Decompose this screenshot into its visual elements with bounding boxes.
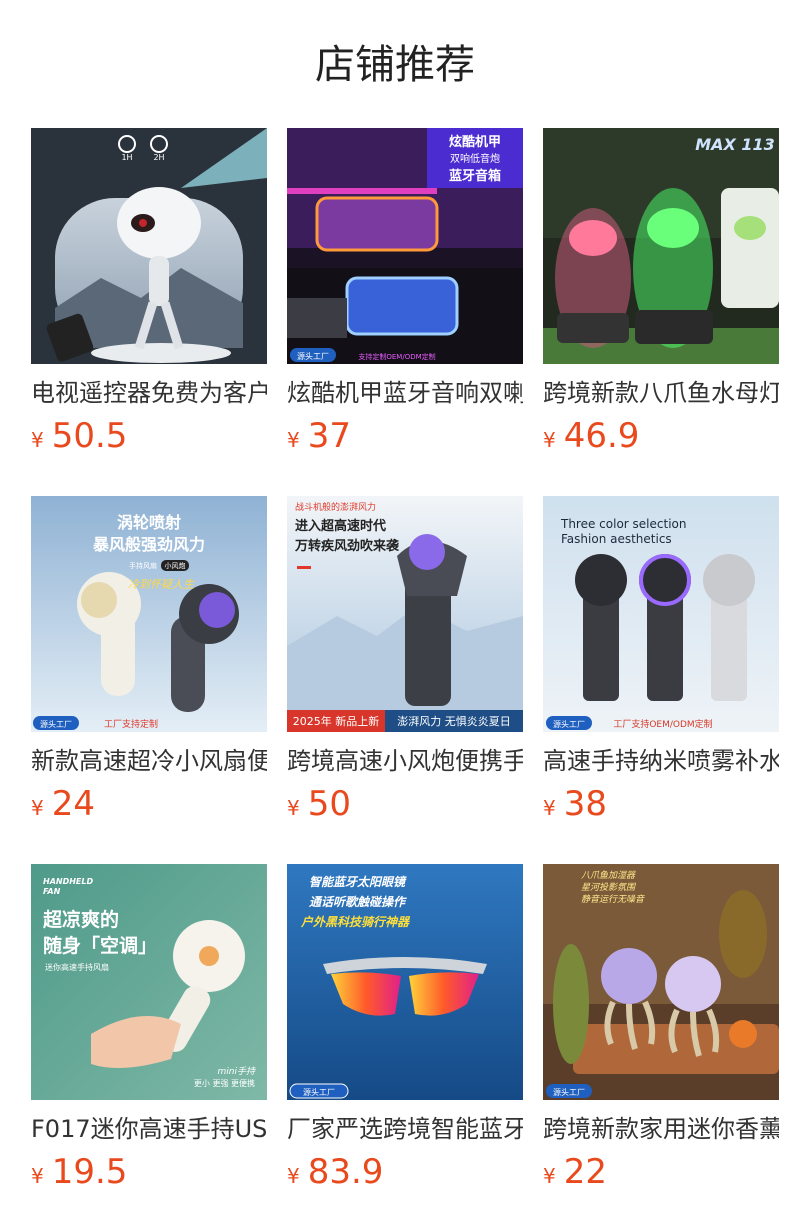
price-row: ¥ 19.5 bbox=[31, 1152, 267, 1192]
product-card[interactable]: Three color selection Fashion aesthetics… bbox=[543, 496, 779, 864]
product-price: 50.5 bbox=[51, 416, 128, 456]
thumb-overlay-text: MAX 113 bbox=[695, 135, 775, 154]
product-card[interactable]: MAX 113 跨境新款八爪鱼水母灯 ¥ 46.9 bbox=[543, 128, 779, 496]
product-card[interactable]: 智能蓝牙太阳眼镜 通话听歌触碰操作 户外黑科技骑行神器 源头工厂 厂家严选跨境智… bbox=[287, 864, 523, 1232]
thumb-overlay-text: 澎湃风力 无惧炎炎夏日 bbox=[397, 714, 511, 728]
thumb-overlay-text: 源头工厂 bbox=[553, 1087, 585, 1097]
thumb-overlay-text: 进入超高速时代 bbox=[295, 518, 386, 534]
thumb-overlay-text: 八爪鱼加湿器 bbox=[581, 870, 636, 881]
product-title[interactable]: 跨境高速小风炮便携手持 bbox=[287, 744, 523, 778]
thumb-overlay-text: Fashion aesthetics bbox=[561, 532, 672, 546]
product-image[interactable]: MAX 113 bbox=[543, 128, 779, 364]
thumb-overlay-text: 1H bbox=[121, 153, 132, 162]
product-card[interactable]: 八爪鱼加湿器 星河投影氛围 静音运行无噪音 源头工厂 跨境新款家用迷你香薰加湿器… bbox=[543, 864, 779, 1232]
product-card[interactable]: 炫酷机甲 双响低音炮 蓝牙音箱 源头工厂 支持定制OEM/ODM定制 炫酷机甲蓝… bbox=[287, 128, 523, 496]
product-price: 46.9 bbox=[563, 416, 640, 456]
product-image[interactable]: 涡轮喷射 暴风般强劲风力 手持风扇 小风炮 冷到怀疑人生 源头工厂 工厂支持定制 bbox=[31, 496, 267, 732]
thumb-overlay-text: Three color selection bbox=[560, 517, 686, 531]
thumb-overlay-text: 迷你高速手持风扇 bbox=[45, 962, 109, 972]
product-image[interactable]: 战斗机般的澎湃风力 进入超高速时代 万转疾风劲吹来袭 2025年 新品上新 澎湃… bbox=[287, 496, 523, 732]
product-price: 37 bbox=[307, 416, 351, 456]
thumb-overlay-text: 源头工厂 bbox=[297, 351, 329, 361]
thumb-overlay-text: 双响低音炮 bbox=[450, 152, 500, 165]
price-row: ¥ 50.5 bbox=[31, 416, 267, 456]
product-title[interactable]: 跨境新款家用迷你香薰加湿器 bbox=[543, 1112, 779, 1146]
thumb-overlay-text: 炫酷机甲 bbox=[449, 134, 501, 150]
thumb-overlay-text: 战斗机般的澎湃风力 bbox=[295, 501, 376, 513]
thumb-overlay-text: 工厂支持定制 bbox=[104, 718, 158, 730]
thumb-overlay-text: 智能蓝牙太阳眼镜 bbox=[309, 875, 407, 889]
thumb-overlay-text: 冷到怀疑人生 bbox=[128, 578, 195, 591]
product-card[interactable]: HANDHELD FAN 超凉爽的 随身「空调」 迷你高速手持风扇 mini手持… bbox=[31, 864, 267, 1232]
price-row: ¥ 83.9 bbox=[287, 1152, 523, 1192]
thumb-overlay-text: 通话听歌触碰操作 bbox=[309, 895, 407, 909]
currency-symbol: ¥ bbox=[543, 428, 556, 452]
price-row: ¥ 37 bbox=[287, 416, 523, 456]
product-title[interactable]: 电视遥控器免费为客户定制 bbox=[31, 376, 267, 410]
currency-symbol: ¥ bbox=[543, 796, 556, 820]
price-row: ¥ 50 bbox=[287, 784, 523, 824]
product-card[interactable]: 1H 2H 电视遥控器免费为客户定制 ¥ 50.5 bbox=[31, 128, 267, 496]
thumb-overlay-text: 静音运行无噪音 bbox=[581, 894, 645, 905]
thumb-overlay-text: 超凉爽的 bbox=[42, 908, 119, 931]
currency-symbol: ¥ bbox=[287, 428, 300, 452]
product-image[interactable]: 1H 2H bbox=[31, 128, 267, 364]
thumb-overlay-text: 随身「空调」 bbox=[43, 934, 157, 957]
thumb-overlay-text: 蓝牙音箱 bbox=[449, 168, 501, 184]
price-row: ¥ 22 bbox=[543, 1152, 779, 1192]
product-image[interactable]: 八爪鱼加湿器 星河投影氛围 静音运行无噪音 源头工厂 bbox=[543, 864, 779, 1100]
thumb-overlay-text: mini手持 bbox=[218, 1066, 256, 1077]
price-row: ¥ 38 bbox=[543, 784, 779, 824]
thumb-overlay-text: 更小 更强 更便携 bbox=[194, 1078, 255, 1088]
thumb-overlay-text: 手持风扇 bbox=[129, 561, 157, 570]
currency-symbol: ¥ bbox=[543, 1164, 556, 1188]
product-image[interactable]: 智能蓝牙太阳眼镜 通话听歌触碰操作 户外黑科技骑行神器 源头工厂 bbox=[287, 864, 523, 1100]
thumb-overlay-text: 户外黑科技骑行神器 bbox=[300, 915, 411, 929]
product-image[interactable]: 炫酷机甲 双响低音炮 蓝牙音箱 源头工厂 支持定制OEM/ODM定制 bbox=[287, 128, 523, 364]
price-row: ¥ 46.9 bbox=[543, 416, 779, 456]
price-row: ¥ 24 bbox=[31, 784, 267, 824]
thumb-overlay-text: 支持定制OEM/ODM定制 bbox=[358, 352, 435, 361]
thumb-overlay-text: 暴风般强劲风力 bbox=[92, 535, 205, 554]
product-title[interactable]: 厂家严选跨境智能蓝牙眼镜 bbox=[287, 1112, 523, 1146]
product-price: 24 bbox=[51, 784, 95, 824]
thumb-overlay-text: 2025年 新品上新 bbox=[293, 714, 380, 728]
product-price: 38 bbox=[563, 784, 607, 824]
product-grid: 1H 2H 电视遥控器免费为客户定制 ¥ 50.5 bbox=[31, 128, 779, 1232]
thumb-overlay-text: 源头工厂 bbox=[40, 719, 72, 729]
product-title[interactable]: 新款高速超冷小风扇便携 bbox=[31, 744, 267, 778]
thumb-overlay-text: 万转疾风劲吹来袭 bbox=[294, 538, 400, 554]
product-title[interactable]: 炫酷机甲蓝牙音响双喇叭 bbox=[287, 376, 523, 410]
product-price: 19.5 bbox=[51, 1152, 128, 1192]
product-title[interactable]: 高速手持纳米喷雾补水风扇 bbox=[543, 744, 779, 778]
currency-symbol: ¥ bbox=[31, 796, 44, 820]
product-title[interactable]: 跨境新款八爪鱼水母灯 bbox=[543, 376, 779, 410]
thumb-overlay-text: 源头工厂 bbox=[553, 719, 585, 729]
thumb-overlay-text: HANDHELD bbox=[43, 877, 93, 886]
thumb-overlay-text: 涡轮喷射 bbox=[117, 513, 181, 532]
product-price: 50 bbox=[307, 784, 351, 824]
currency-symbol: ¥ bbox=[31, 1164, 44, 1188]
thumb-overlay-text: 小风炮 bbox=[165, 561, 186, 570]
product-price: 22 bbox=[563, 1152, 607, 1192]
product-image[interactable]: HANDHELD FAN 超凉爽的 随身「空调」 迷你高速手持风扇 mini手持… bbox=[31, 864, 267, 1100]
thumb-overlay-text: 工厂支持OEM/ODM定制 bbox=[613, 718, 712, 730]
product-card[interactable]: 战斗机般的澎湃风力 进入超高速时代 万转疾风劲吹来袭 2025年 新品上新 澎湃… bbox=[287, 496, 523, 864]
shop-recommendations-page: 店铺推荐 1H 2H 电视遥控器免费为客户 ¥ 50.5 炫酷机甲 双响低音炮 … bbox=[0, 0, 790, 1232]
thumb-overlay-text: 2H bbox=[153, 153, 164, 162]
section-title: 店铺推荐 bbox=[315, 42, 475, 88]
product-title[interactable]: F017迷你高速手持USB风扇 bbox=[31, 1112, 267, 1146]
currency-symbol: ¥ bbox=[287, 796, 300, 820]
product-image[interactable]: Three color selection Fashion aesthetics… bbox=[543, 496, 779, 732]
currency-symbol: ¥ bbox=[287, 1164, 300, 1188]
product-price: 83.9 bbox=[307, 1152, 384, 1192]
currency-symbol: ¥ bbox=[31, 428, 44, 452]
thumb-overlay-text: 星河投影氛围 bbox=[581, 882, 637, 893]
thumb-overlay-text: FAN bbox=[43, 887, 61, 896]
product-card[interactable]: 涡轮喷射 暴风般强劲风力 手持风扇 小风炮 冷到怀疑人生 源头工厂 工厂支持定制… bbox=[31, 496, 267, 864]
thumb-overlay-text: 源头工厂 bbox=[303, 1087, 335, 1097]
